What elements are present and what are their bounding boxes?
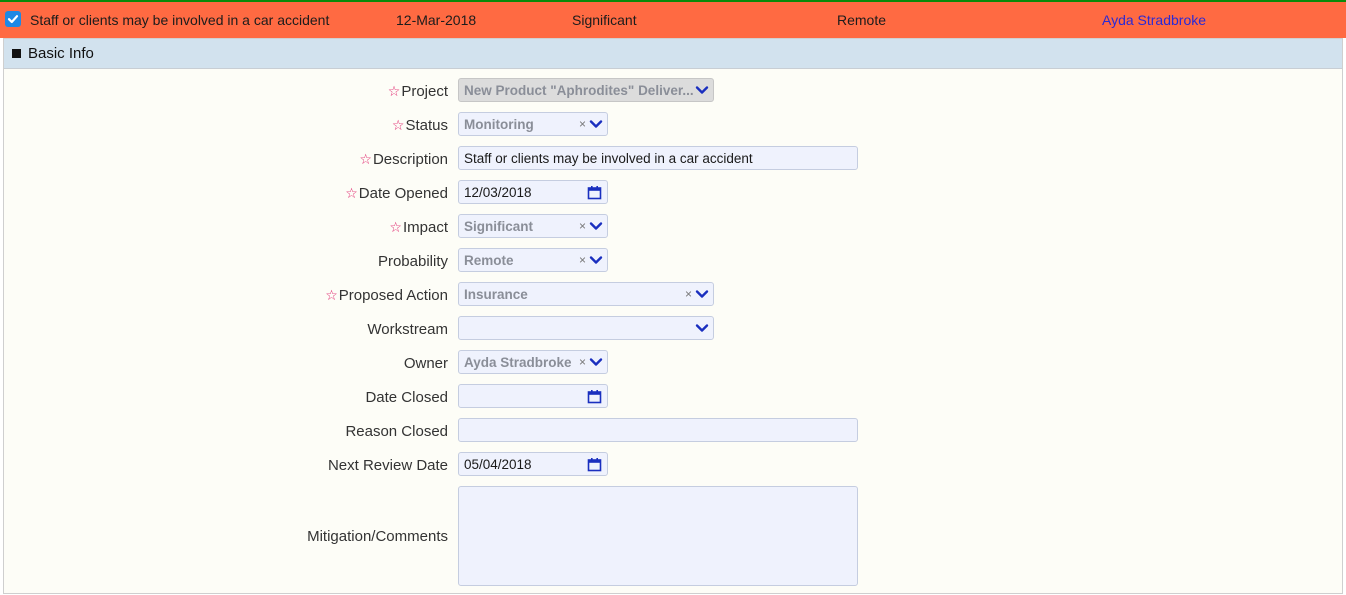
summary-impact: Significant bbox=[572, 12, 637, 28]
chevron-down-icon[interactable] bbox=[589, 253, 603, 267]
probability-select[interactable]: Remote × bbox=[458, 248, 608, 272]
risk-summary-row[interactable]: Staff or clients may be involved in a ca… bbox=[0, 2, 1346, 38]
description-label: ☆Description bbox=[359, 151, 448, 168]
date-closed-label: Date Closed bbox=[365, 389, 448, 406]
next-review-date-label: Next Review Date bbox=[327, 457, 448, 474]
summary-description: Staff or clients may be involved in a ca… bbox=[30, 12, 330, 28]
workstream-label: Workstream bbox=[367, 321, 448, 338]
proposed-action-select[interactable]: Insurance × bbox=[458, 282, 714, 306]
mitigation-comments-label: Mitigation/Comments bbox=[307, 528, 448, 545]
reason-closed-label: Reason Closed bbox=[345, 423, 448, 440]
date-closed-input[interactable] bbox=[458, 384, 608, 408]
required-star-icon: ☆ bbox=[391, 117, 405, 133]
impact-label: ☆Impact bbox=[389, 219, 448, 236]
check-icon bbox=[7, 15, 19, 24]
calendar-icon[interactable] bbox=[587, 185, 602, 200]
summary-owner-link[interactable]: Ayda Stradbroke bbox=[1102, 12, 1206, 28]
chevron-down-icon[interactable] bbox=[695, 83, 709, 97]
chevron-down-icon[interactable] bbox=[589, 117, 603, 131]
workstream-select[interactable] bbox=[458, 316, 714, 340]
status-label: ☆Status bbox=[391, 117, 448, 134]
summary-probability: Remote bbox=[837, 12, 887, 28]
row-select-checkbox[interactable] bbox=[5, 11, 21, 27]
date-opened-label: ☆Date Opened bbox=[345, 185, 448, 202]
basic-info-header[interactable]: Basic Info bbox=[4, 38, 1342, 69]
summary-date-opened: 12-Mar-2018 bbox=[396, 12, 477, 28]
clear-icon[interactable]: × bbox=[685, 287, 692, 301]
clear-icon[interactable]: × bbox=[579, 219, 586, 233]
required-star-icon: ☆ bbox=[387, 83, 401, 99]
mitigation-comments-textarea[interactable] bbox=[458, 486, 858, 586]
required-star-icon: ☆ bbox=[325, 287, 338, 303]
probability-label: Probability bbox=[377, 253, 448, 270]
required-star-icon: ☆ bbox=[389, 219, 402, 235]
basic-info-panel: Basic Info ☆Project New Product "Aphrodi… bbox=[3, 38, 1343, 594]
calendar-icon[interactable] bbox=[587, 457, 602, 472]
clear-icon[interactable]: × bbox=[579, 253, 586, 267]
date-opened-input[interactable]: 12/03/2018 bbox=[458, 180, 608, 204]
owner-select[interactable]: Ayda Stradbroke × bbox=[458, 350, 608, 374]
calendar-icon[interactable] bbox=[587, 389, 602, 404]
proposed-action-label: ☆Proposed Action bbox=[325, 287, 448, 304]
collapse-square-icon bbox=[12, 49, 21, 58]
owner-label: Owner bbox=[403, 355, 448, 372]
clear-icon[interactable]: × bbox=[579, 355, 586, 369]
impact-select[interactable]: Significant × bbox=[458, 214, 608, 238]
required-star-icon: ☆ bbox=[345, 185, 358, 201]
status-select[interactable]: Monitoring × bbox=[458, 112, 608, 136]
description-input[interactable]: Staff or clients may be involved in a ca… bbox=[458, 146, 858, 170]
reason-closed-input[interactable] bbox=[458, 418, 858, 442]
project-label: ☆Project bbox=[387, 83, 448, 100]
chevron-down-icon[interactable] bbox=[589, 219, 603, 233]
required-star-icon: ☆ bbox=[359, 151, 372, 167]
next-review-date-input[interactable]: 05/04/2018 bbox=[458, 452, 608, 476]
chevron-down-icon[interactable] bbox=[695, 321, 709, 335]
clear-icon[interactable]: × bbox=[579, 117, 586, 131]
chevron-down-icon[interactable] bbox=[695, 287, 709, 301]
chevron-down-icon[interactable] bbox=[589, 355, 603, 369]
panel-title: Basic Info bbox=[28, 45, 94, 62]
project-select[interactable]: New Product "Aphrodites" Deliver... bbox=[458, 78, 714, 102]
